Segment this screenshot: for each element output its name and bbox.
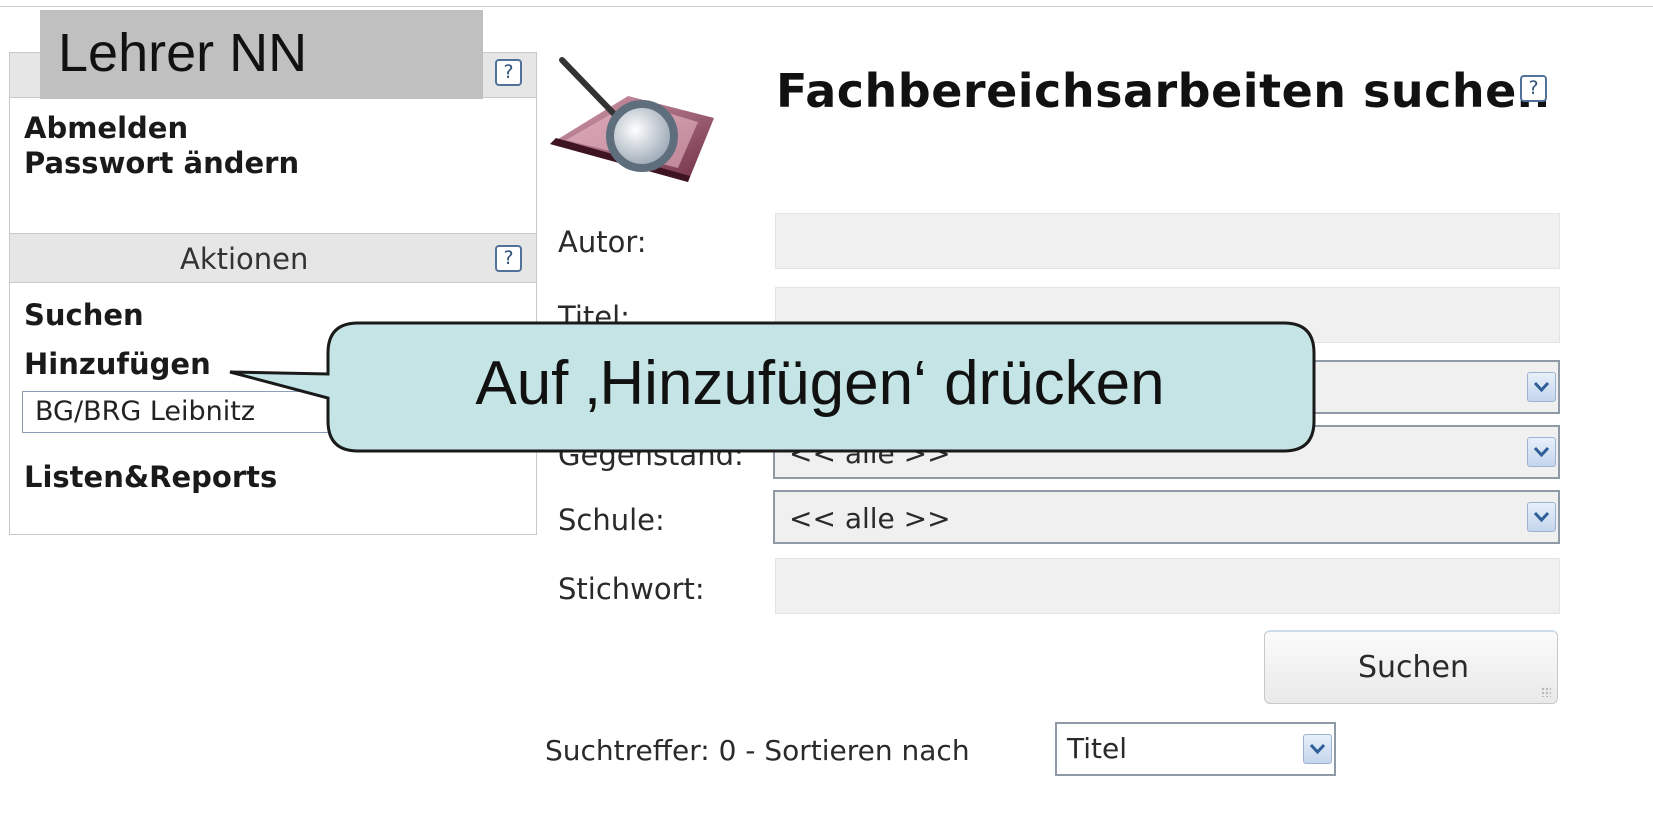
author-label: Autor: — [558, 225, 647, 259]
school-label: Schule: — [558, 503, 665, 537]
actions-title: Aktionen — [180, 242, 309, 276]
search-action-link[interactable]: Suchen — [24, 298, 144, 332]
results-summary: Suchtreffer: 0 - Sortieren nach — [545, 734, 970, 767]
user-name-label: Lehrer NN — [58, 23, 308, 83]
actions-header: Aktionen — [10, 233, 536, 283]
chevron-down-icon[interactable] — [1527, 437, 1556, 467]
chevron-down-icon[interactable] — [1527, 372, 1556, 402]
callout-text: Auf ‚Hinzufügen‘ drücken — [475, 349, 1165, 418]
actions-help-icon[interactable]: ? — [495, 245, 522, 272]
keyword-input[interactable] — [775, 558, 1560, 614]
add-action-link[interactable]: Hinzufügen — [24, 347, 211, 381]
resize-grip-icon — [1541, 687, 1551, 697]
screen: ? Abmelden Passwort ändern Aktionen ? Su… — [0, 0, 1653, 818]
school-select-value: BG/BRG Leibnitz — [35, 396, 256, 427]
book-magnifier-icon — [550, 57, 714, 182]
page-title-text: Fachbereichsarbeiten suchen — [776, 64, 1551, 118]
subject-label: Gegenstand: — [558, 438, 744, 472]
title-label: Titel: — [558, 300, 630, 334]
change-password-link[interactable]: Passwort ändern — [24, 146, 299, 180]
school-select[interactable]: BG/BRG Leibnitz — [22, 391, 362, 433]
subject-select[interactable]: << alle >> — [773, 425, 1560, 479]
author-input[interactable] — [775, 213, 1560, 269]
school-filter-select[interactable]: << alle >> — [773, 490, 1560, 544]
lists-reports-link[interactable]: Listen&Reports — [24, 460, 277, 494]
side-panel: ? Abmelden Passwort ändern Aktionen ? Su… — [9, 52, 537, 535]
keyword-label: Stichwort: — [558, 572, 705, 606]
school-filter-value: << alle >> — [789, 502, 951, 535]
search-button[interactable]: Suchen — [1264, 630, 1558, 704]
top-divider — [0, 6, 1653, 7]
logout-link[interactable]: Abmelden — [24, 111, 188, 145]
chevron-down-icon[interactable] — [1303, 734, 1332, 764]
chevron-down-icon[interactable] — [1527, 502, 1556, 532]
page-title: Fachbereichsarbeiten suchen — [776, 64, 1550, 118]
subject-select-value: << alle >> — [789, 437, 951, 470]
title-help-icon[interactable]: ? — [1520, 75, 1547, 102]
search-button-label: Suchen — [1357, 650, 1469, 685]
title-input[interactable] — [775, 287, 1560, 343]
user-help-icon[interactable]: ? — [495, 59, 522, 86]
sort-select[interactable]: Titel — [1055, 722, 1336, 776]
sort-select-value: Titel — [1067, 732, 1128, 765]
user-name-label-box: Lehrer NN — [40, 10, 483, 99]
